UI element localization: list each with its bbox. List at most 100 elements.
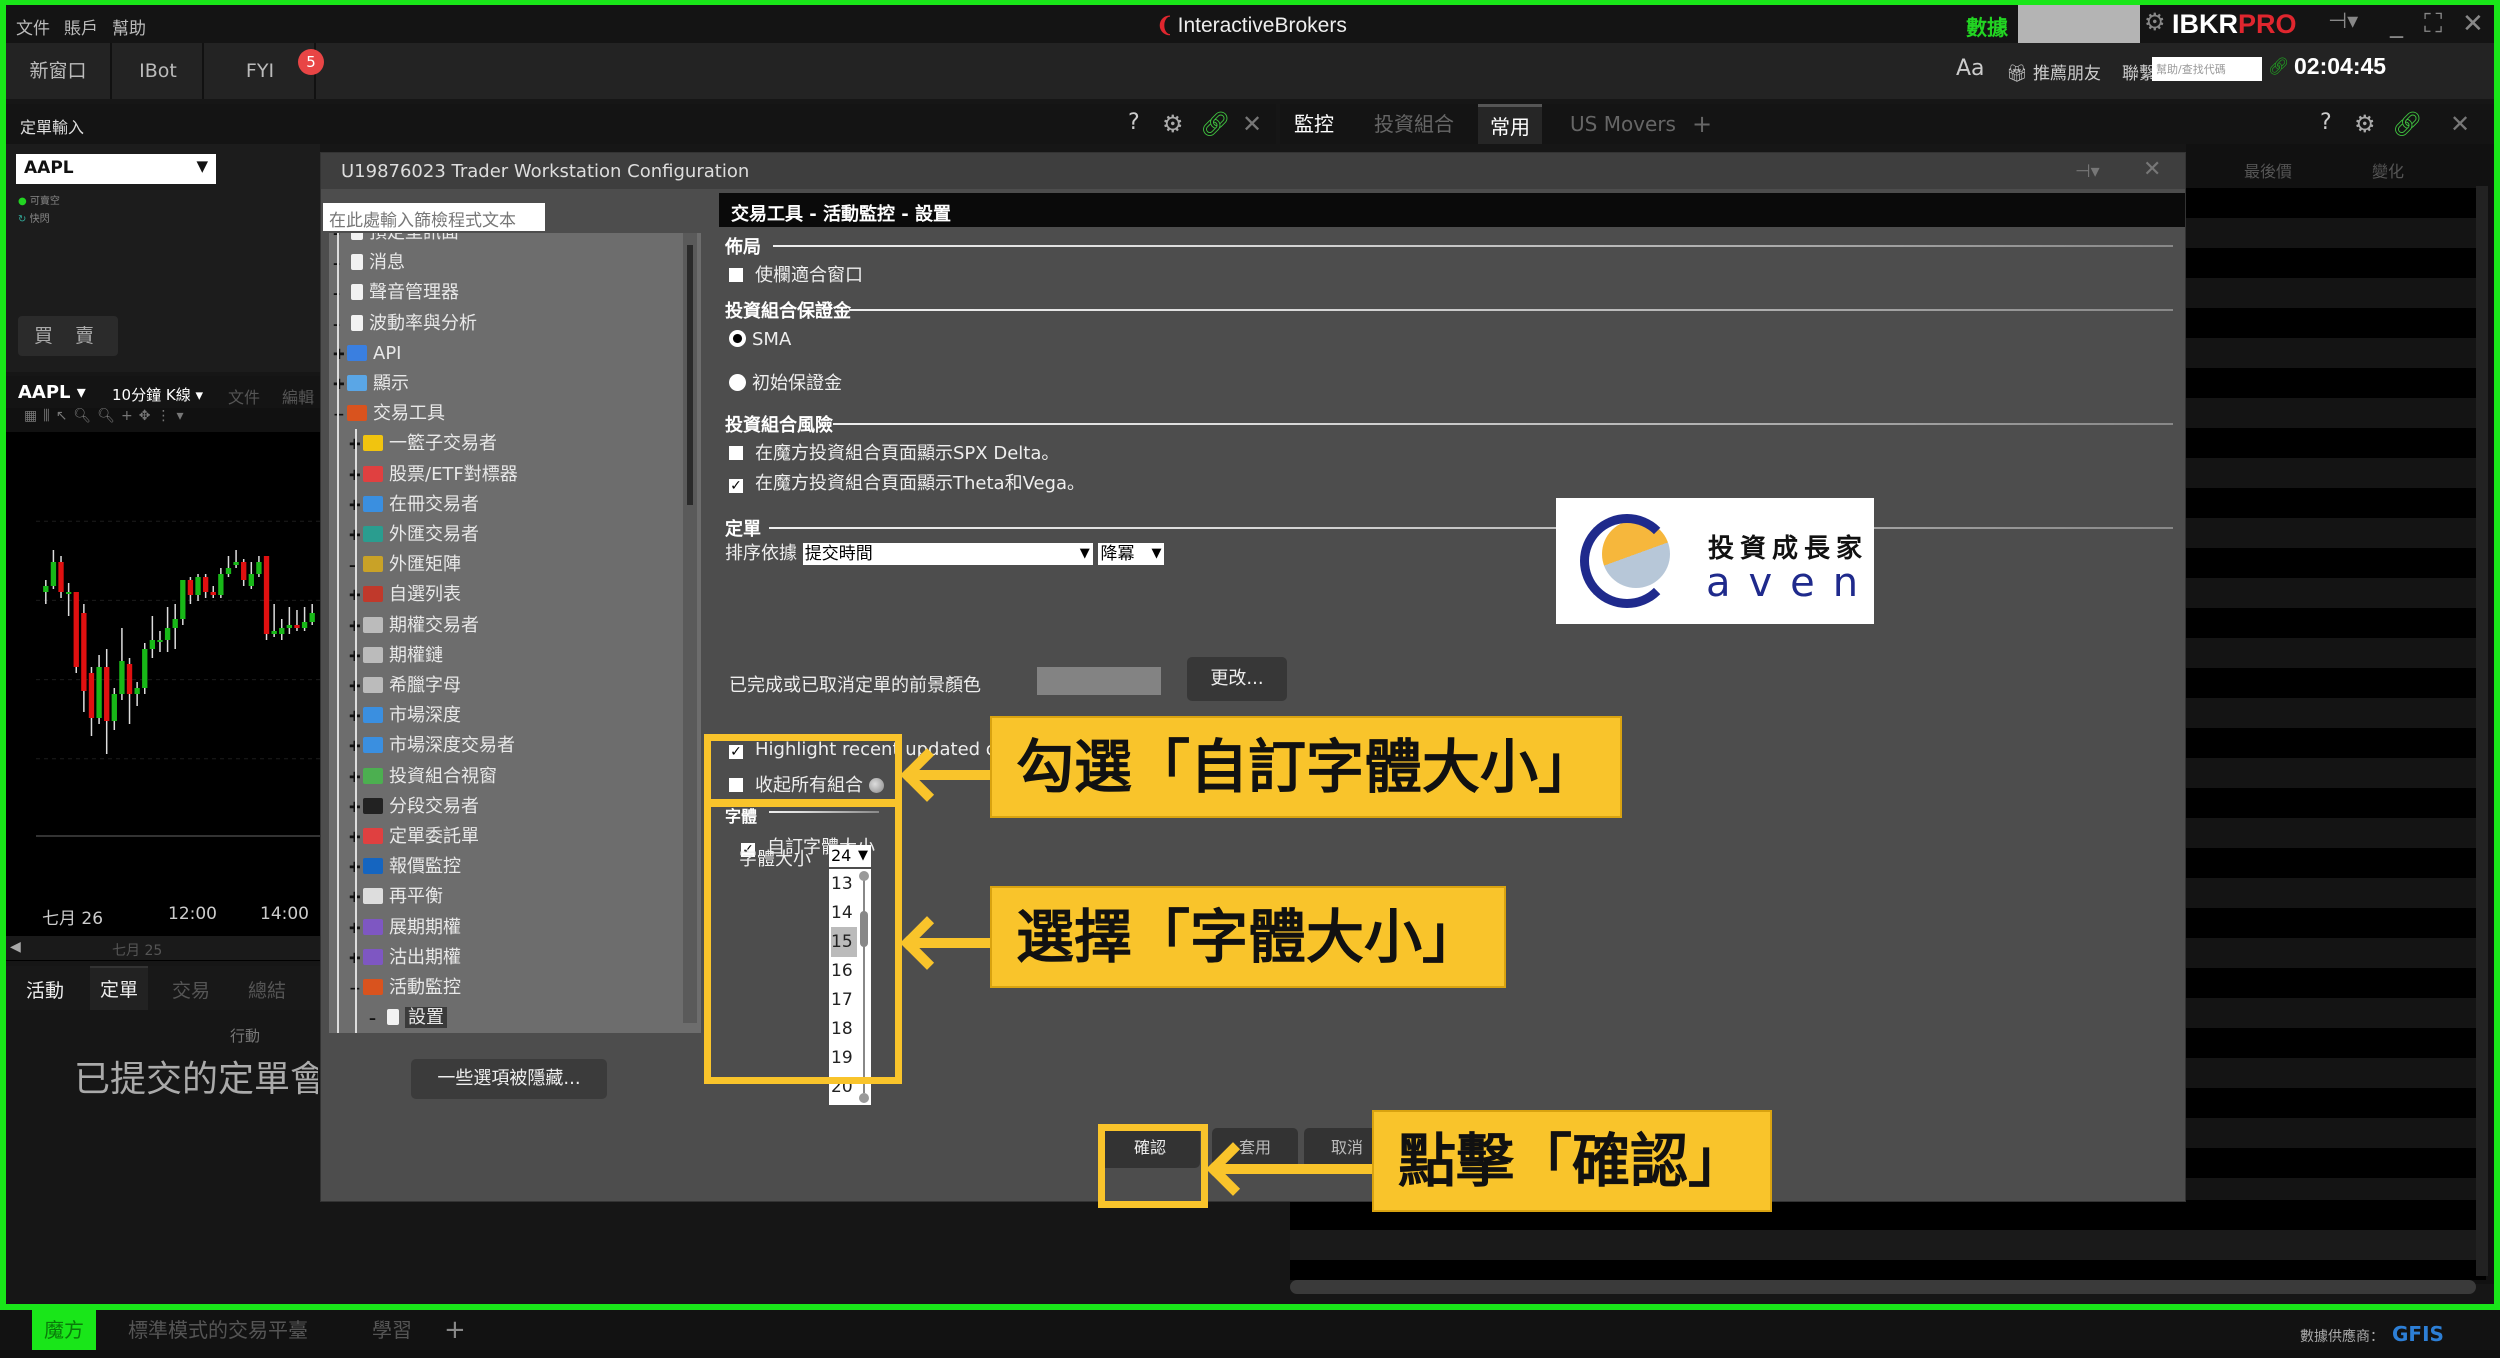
fyi-button[interactable]: FYI <box>206 43 316 99</box>
crosshair-icon[interactable]: + <box>121 408 139 424</box>
column-last-price[interactable]: 最後價 <box>2244 158 2292 182</box>
tree-item[interactable]: ✚市場深度 <box>349 702 461 730</box>
chart-menu-edit[interactable]: 編輯 <box>282 384 314 408</box>
collapse-icon[interactable]: − <box>333 401 347 429</box>
radio-sma[interactable]: SMA <box>729 329 791 350</box>
symbol-select[interactable]: AAPL ▼ <box>16 154 216 184</box>
tab-trades[interactable]: 交易 <box>172 976 210 1003</box>
hidden-options-button[interactable]: 一些選項被隱藏... <box>411 1059 607 1099</box>
vertical-scrollbar[interactable] <box>2476 186 2488 1276</box>
add-tab-button[interactable]: + <box>1680 104 1724 144</box>
tree-item[interactable]: – 外匯矩陣 <box>349 551 461 579</box>
link-icon[interactable]: 🔗︎ <box>1200 110 1230 138</box>
radio-initial-margin[interactable]: 初始保證金 <box>729 369 842 395</box>
tree-item[interactable]: ✚期權交易者 <box>349 612 479 640</box>
tree-item[interactable]: ✚投資組合視窗 <box>349 763 497 791</box>
theta-vega-checkbox[interactable]: ✓ 在魔方投資組合頁面顯示Theta和Vega。 <box>729 469 1085 495</box>
maximize-icon[interactable]: ⛶ <box>2424 9 2442 40</box>
sort-by-select[interactable]: 提交時間 ▼ <box>802 543 1093 565</box>
data-status[interactable]: 數據 <box>1966 12 2008 42</box>
minimize-icon[interactable]: _ <box>2390 9 2403 39</box>
sort-order-select[interactable]: 降冪 ▼ <box>1098 543 1165 565</box>
zoom-in-icon[interactable]: 🔍︎ <box>73 408 97 424</box>
change-color-button[interactable]: 更改... <box>1187 657 1287 701</box>
more-icon[interactable]: ▾ <box>176 408 189 424</box>
color-swatch[interactable] <box>1037 667 1161 695</box>
tree-item[interactable]: ✚一籃子交易者 <box>349 430 497 458</box>
tab-activity[interactable]: 活動 <box>26 976 64 1003</box>
help-icon[interactable]: ? <box>2320 110 2332 135</box>
tree-scrollbar[interactable] <box>683 233 697 1023</box>
chart-interval-select[interactable]: 10分鐘 K線 ▾ <box>112 384 203 405</box>
tree-item[interactable]: ✚定單委託單 <box>349 823 479 851</box>
checkbox[interactable] <box>729 268 743 282</box>
link-icon[interactable]: 🔗︎ <box>2268 57 2290 77</box>
tree-item[interactable]: ✚外匯交易者 <box>349 521 479 549</box>
add-layout-button[interactable]: + <box>432 1310 478 1350</box>
chart-scrollbar[interactable]: ◀ 七月 25 <box>6 936 320 960</box>
zoom-out-icon[interactable]: 🔍︎ <box>97 408 121 424</box>
tree-item[interactable]: ✚展期期權 <box>349 914 461 942</box>
refer-friend-button[interactable]: 🎁︎ 推薦朋友 <box>2006 59 2101 84</box>
filter-input[interactable]: 在此處輸入篩檢程式文本 <box>323 203 545 231</box>
fit-columns-checkbox[interactable]: 使欄適合窗口 <box>729 261 863 287</box>
tree-item[interactable]: –聲音管理器 <box>333 279 459 307</box>
tree-item[interactable]: ✚市場深度交易者 <box>349 732 515 760</box>
radio[interactable] <box>729 330 746 347</box>
column-change[interactable]: 變化 <box>2372 158 2404 182</box>
tree-item[interactable]: ✚沽出期權 <box>349 944 461 972</box>
tab-orders[interactable]: 定單 <box>90 966 149 1010</box>
spx-delta-checkbox[interactable]: 在魔方投資組合頁面顯示SPX Delta。 <box>729 439 1059 465</box>
tree-item[interactable]: −活動監控 <box>349 974 461 1002</box>
tree-item[interactable]: ✚分段交易者 <box>349 793 479 821</box>
menu-file[interactable]: 文件 <box>16 14 50 39</box>
tree-scroll-thumb[interactable] <box>687 245 693 505</box>
tab-mosaic[interactable]: 魔方 <box>32 1310 96 1350</box>
tab-favorites[interactable]: 常用 <box>1478 104 1542 144</box>
tree-item[interactable]: − 交易工具 <box>333 400 445 428</box>
tab-learn[interactable]: 學習 <box>360 1310 424 1350</box>
close-icon[interactable]: ✕ <box>2462 9 2484 39</box>
ibot-button[interactable]: IBot <box>114 43 204 99</box>
settings-icon[interactable]: ⚙ <box>2354 110 2376 138</box>
new-window-button[interactable]: 新窗口 <box>6 43 112 99</box>
tab-summary[interactable]: 總結 <box>248 976 286 1003</box>
chart-type-icon[interactable]: ▦ <box>24 408 43 424</box>
candlestick-chart[interactable] <box>36 442 320 838</box>
close-icon[interactable]: ✕ <box>2143 157 2161 182</box>
link-icon[interactable]: 🔗︎ <box>2392 110 2422 138</box>
spread-icon[interactable]: ⋮ <box>156 408 176 424</box>
chart-menu-file[interactable]: 文件 <box>228 384 260 408</box>
tree-item[interactable]: ✚ API <box>333 340 401 368</box>
chart-symbol-select[interactable]: AAPL ▾ <box>18 382 86 403</box>
tab-monitor[interactable]: 監控 <box>1282 104 1346 144</box>
tree-item[interactable]: –波動率與分析 <box>333 310 477 338</box>
tree-item[interactable]: – 設置 <box>369 1004 447 1032</box>
tree-item[interactable]: ✚期權鏈 <box>349 642 443 670</box>
tree-item[interactable]: ✚股票/ETF對標器 <box>349 461 518 489</box>
menu-account[interactable]: 賬戶 <box>64 14 98 39</box>
expand-icon[interactable]: ✚ <box>333 341 347 369</box>
tree-item[interactable]: ✚再平衡 <box>349 883 443 911</box>
tree-item[interactable]: ✚報價監控 <box>349 853 461 881</box>
close-icon[interactable]: ✕ <box>2450 110 2470 138</box>
help-icon[interactable]: ? <box>1128 110 1140 135</box>
tree-item[interactable]: –消息 <box>333 249 405 277</box>
horizontal-scrollbar[interactable] <box>1290 1280 2476 1294</box>
scroll-down-icon[interactable] <box>859 1093 869 1103</box>
close-icon[interactable]: ✕ <box>1242 110 1262 138</box>
bars-icon[interactable]: ⫼ <box>43 408 55 424</box>
tab-portfolio[interactable]: 投資組合 <box>1362 104 1466 144</box>
pan-icon[interactable]: ✥ <box>139 408 157 424</box>
menu-help[interactable]: 幫助 <box>112 14 146 39</box>
tab-us-movers[interactable]: US Movers <box>1558 104 1688 144</box>
checkbox[interactable]: ✓ <box>729 479 743 493</box>
buy-sell-button[interactable]: 買 賣 <box>18 316 118 356</box>
pin-icon[interactable]: ⊣▾ <box>2075 161 2100 182</box>
symbol-search-input[interactable]: 幫助/查找代碼 <box>2152 57 2262 81</box>
tree-item[interactable]: ✚在冊交易者 <box>349 491 479 519</box>
checkbox[interactable] <box>729 446 743 460</box>
pin-icon[interactable]: ⊣▾ <box>2328 9 2358 34</box>
scroll-left-icon[interactable]: ◀ <box>10 939 21 955</box>
tree-item[interactable]: ✚ 顯示 <box>333 370 409 398</box>
